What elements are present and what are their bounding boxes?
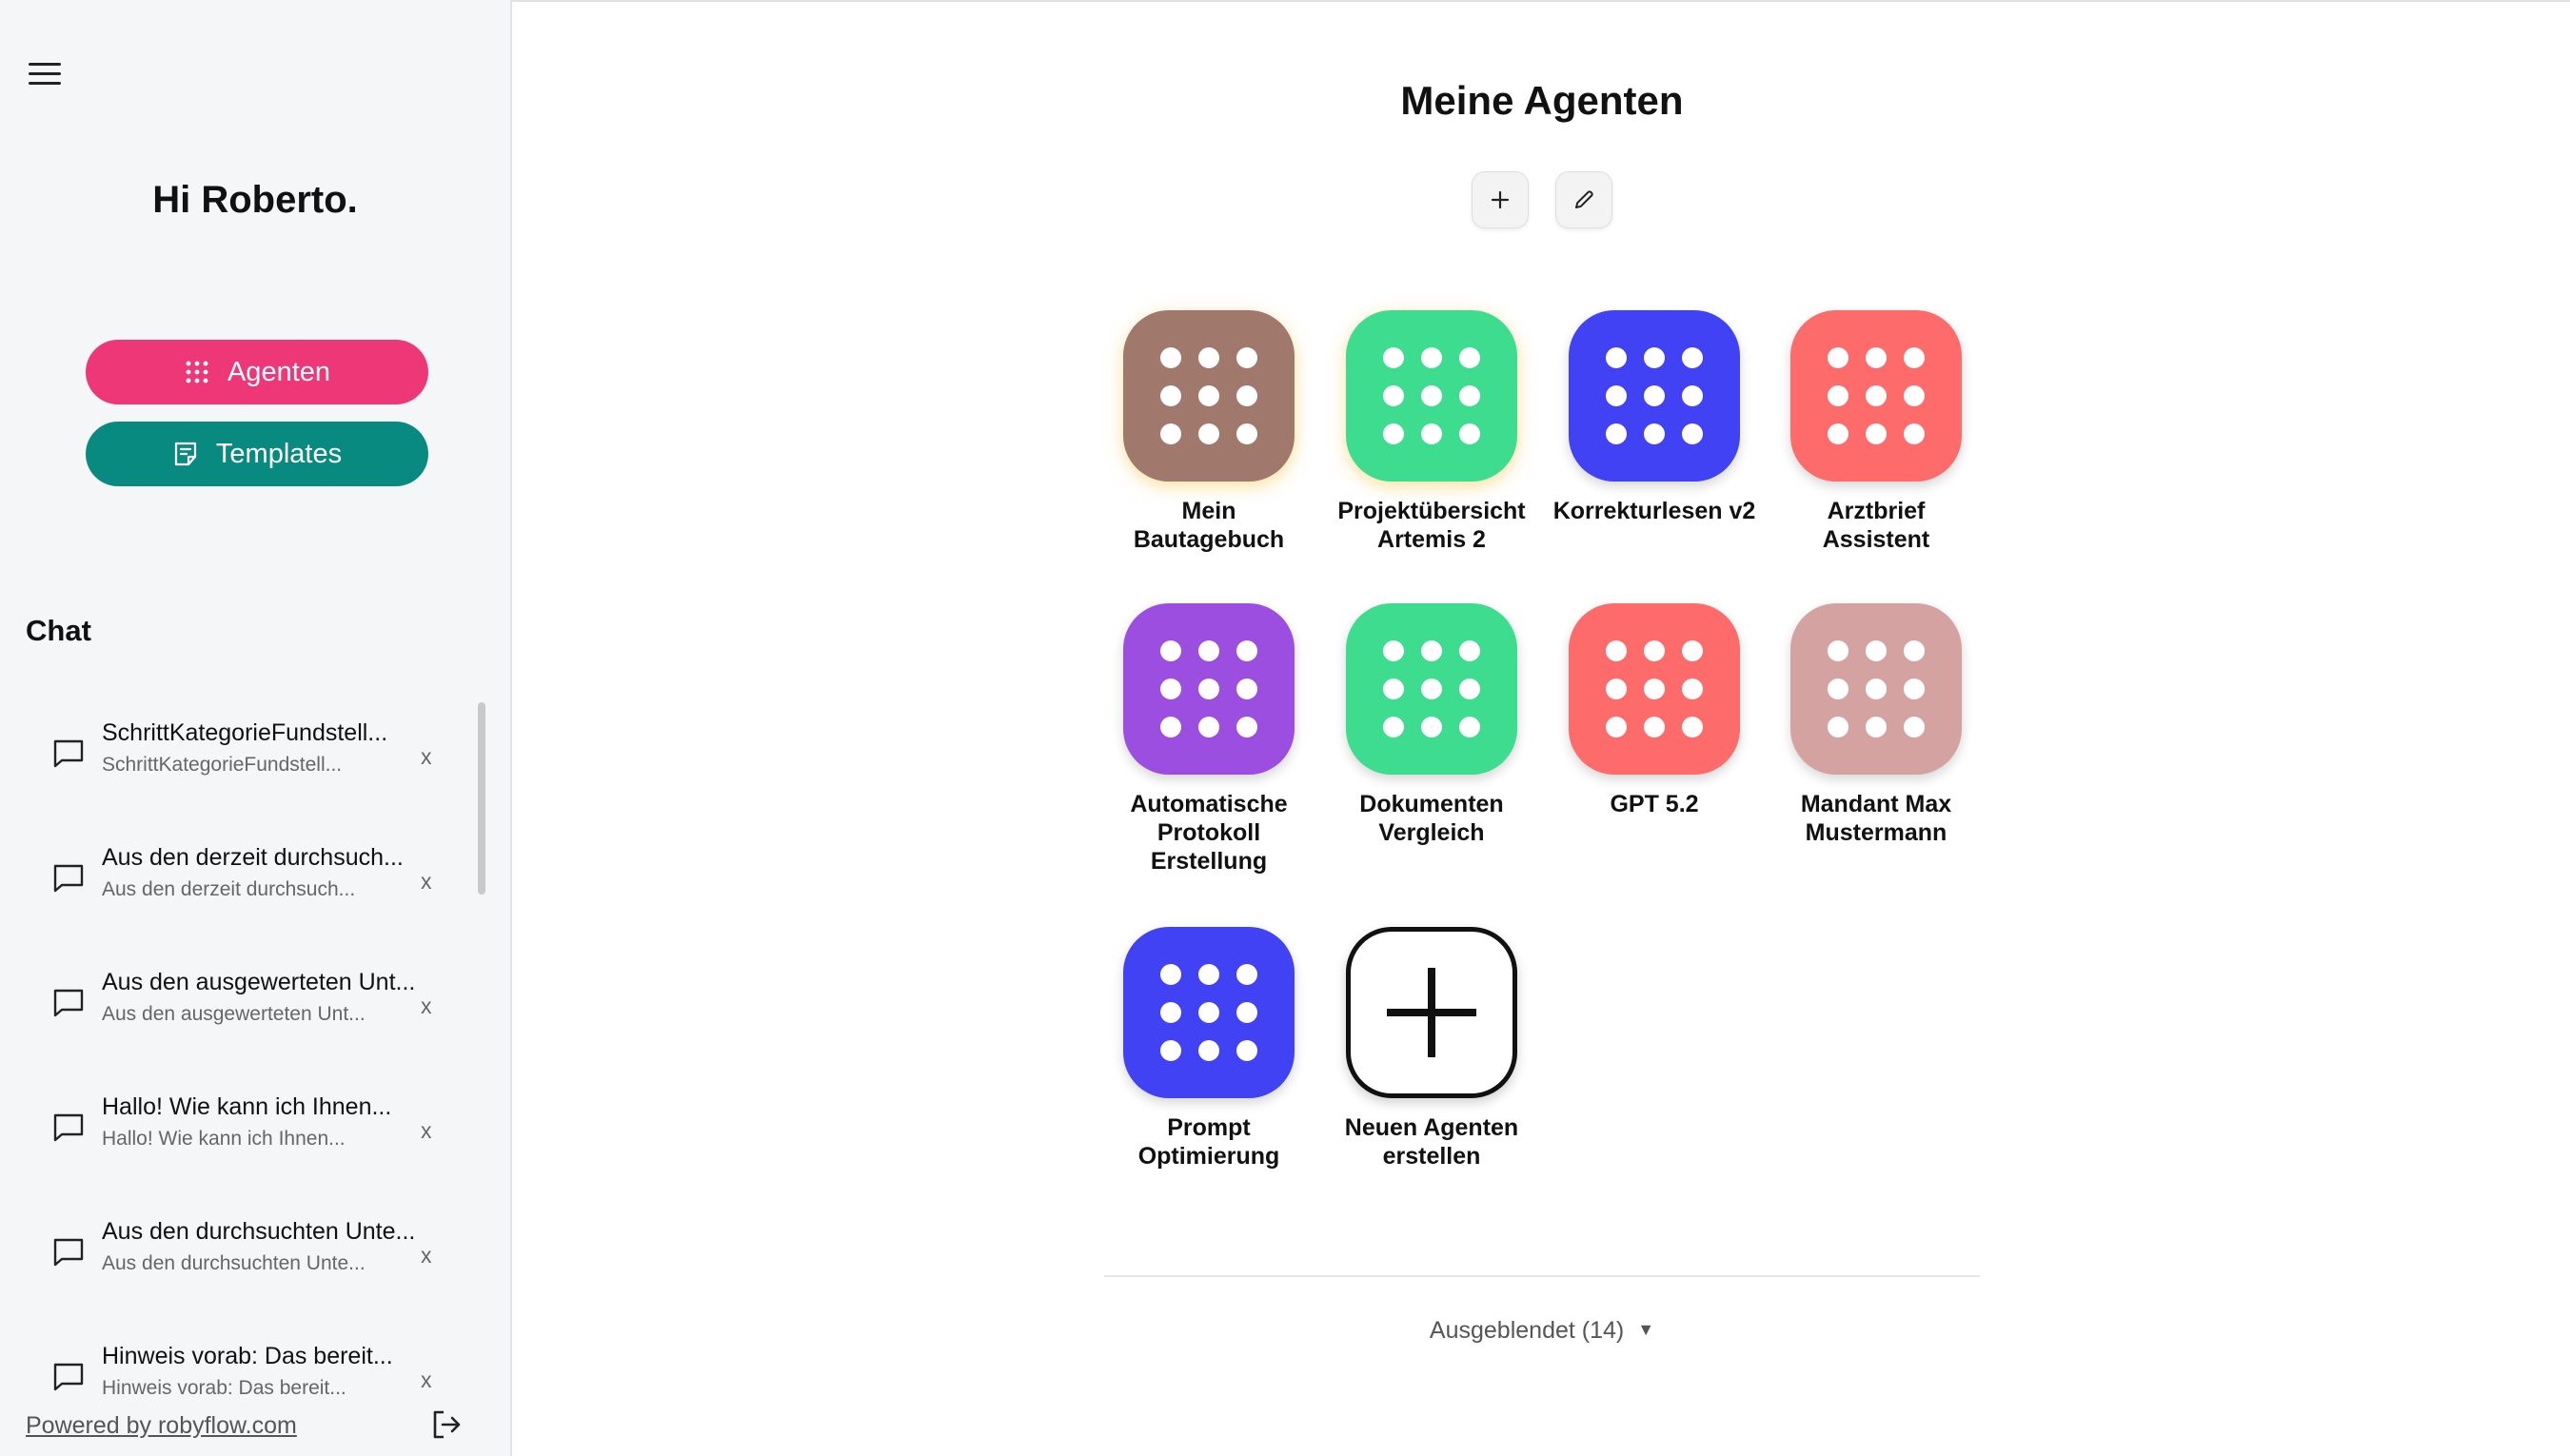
chat-item[interactable]: Aus den derzeit durchsuch... Aus den der… bbox=[0, 819, 485, 934]
agent-icon bbox=[1790, 310, 1962, 482]
chat-heading: Chat bbox=[26, 614, 91, 647]
hidden-agents-toggle[interactable]: Ausgeblendet (14) ▼ bbox=[1333, 1317, 1751, 1345]
chat-bubble-icon bbox=[53, 1113, 84, 1142]
page-title: Meine Agenten bbox=[1400, 78, 1684, 123]
grid-dots-icon bbox=[1569, 603, 1740, 775]
chat-preview: Hallo! Wie kann ich Ihnen... bbox=[102, 1128, 346, 1150]
chat-preview: Aus den ausgewerteten Unt... bbox=[102, 1003, 366, 1025]
divider bbox=[1104, 1275, 1980, 1277]
delete-chat-button[interactable]: x bbox=[421, 744, 432, 770]
sidebar: Hi Roberto. Agenten Templates Chat Schri… bbox=[0, 0, 512, 1456]
agent-icon bbox=[1123, 927, 1295, 1098]
chat-bubble-icon bbox=[53, 989, 84, 1017]
grid-dots-icon bbox=[1123, 603, 1295, 775]
grid-dots-icon bbox=[1569, 310, 1740, 482]
delete-chat-button[interactable]: x bbox=[421, 1367, 432, 1393]
chat-scrollbar[interactable] bbox=[478, 702, 485, 895]
grid-dots-icon bbox=[1790, 603, 1962, 775]
templates-button[interactable]: Templates bbox=[86, 422, 428, 486]
agent-name: Arztbrief Assistent bbox=[1822, 498, 1930, 553]
chat-title: Hinweis vorab: Das bereit... bbox=[102, 1343, 393, 1369]
delete-chat-button[interactable]: x bbox=[421, 1243, 432, 1269]
grid-dots-icon bbox=[1346, 310, 1517, 482]
plus-icon bbox=[1387, 968, 1476, 1057]
grid-icon bbox=[186, 361, 208, 384]
chat-item[interactable]: Hinweis vorab: Das bereit... Hinweis vor… bbox=[0, 1318, 485, 1394]
agent-icon bbox=[1123, 310, 1295, 482]
chat-title: Aus den durchsuchten Unte... bbox=[102, 1218, 416, 1245]
chat-preview: Hinweis vorab: Das bereit... bbox=[102, 1377, 346, 1394]
agents-button-label: Agenten bbox=[227, 356, 331, 387]
delete-chat-button[interactable]: x bbox=[421, 869, 432, 895]
grid-dots-icon bbox=[1123, 927, 1295, 1098]
chat-bubble-icon bbox=[53, 739, 84, 768]
delete-chat-button[interactable]: x bbox=[421, 1118, 432, 1144]
agent-icon bbox=[1569, 310, 1740, 482]
chat-title: Aus den ausgewerteten Unt... bbox=[102, 969, 416, 995]
grid-dots-icon bbox=[1123, 310, 1295, 482]
chat-preview: Aus den durchsuchten Unte... bbox=[102, 1252, 366, 1274]
add-agent-button[interactable] bbox=[1472, 171, 1529, 228]
agent-icon bbox=[1346, 310, 1517, 482]
new-agent-label: Neuen Agenten erstellen bbox=[1344, 1114, 1519, 1170]
pencil-icon bbox=[1575, 190, 1593, 208]
chat-list[interactable]: SchrittKategorieFundstell... SchrittKate… bbox=[0, 695, 485, 1394]
chat-preview: SchrittKategorieFundstell... bbox=[102, 754, 343, 776]
chat-bubble-icon bbox=[53, 1238, 84, 1267]
note-icon bbox=[174, 442, 197, 466]
agent-icon bbox=[1123, 603, 1295, 775]
agent-icon bbox=[1569, 603, 1740, 775]
agent-name: Mandant Max Mustermann bbox=[1800, 791, 1952, 846]
chat-bubble-icon bbox=[53, 1363, 84, 1391]
caret-down-icon: ▼ bbox=[1637, 1320, 1655, 1339]
chat-item[interactable]: Aus den ausgewerteten Unt... Aus den aus… bbox=[0, 944, 485, 1058]
chat-item[interactable]: Hallo! Wie kann ich Ihnen... Hallo! Wie … bbox=[0, 1069, 485, 1183]
agent-icon bbox=[1346, 603, 1517, 775]
templates-button-label: Templates bbox=[215, 438, 343, 469]
chat-bubble-icon bbox=[53, 864, 84, 893]
plus-icon bbox=[1491, 190, 1510, 209]
agents-button[interactable]: Agenten bbox=[86, 340, 428, 404]
chat-title: Hallo! Wie kann ich Ihnen... bbox=[102, 1093, 392, 1120]
edit-agents-button[interactable] bbox=[1555, 171, 1612, 228]
agent-icon bbox=[1790, 603, 1962, 775]
logout-icon[interactable] bbox=[430, 1408, 463, 1441]
powered-by-link[interactable]: Powered by robyflow.com bbox=[26, 1412, 297, 1440]
grid-dots-icon bbox=[1346, 603, 1517, 775]
grid-dots-icon bbox=[1790, 310, 1962, 482]
new-agent-icon bbox=[1346, 927, 1517, 1098]
chat-preview: Aus den derzeit durchsuch... bbox=[102, 878, 356, 900]
menu-icon[interactable] bbox=[29, 63, 61, 86]
chat-title: SchrittKategorieFundstell... bbox=[102, 719, 388, 746]
greeting: Hi Roberto. bbox=[152, 179, 358, 221]
delete-chat-button[interactable]: x bbox=[421, 994, 432, 1019]
chat-item[interactable]: SchrittKategorieFundstell... SchrittKate… bbox=[0, 695, 485, 809]
chat-item[interactable]: Aus den durchsuchten Unte... Aus den dur… bbox=[0, 1193, 485, 1308]
chat-title: Aus den derzeit durchsuch... bbox=[102, 844, 404, 871]
hidden-agents-label: Ausgeblendet (14) bbox=[1429, 1317, 1625, 1344]
